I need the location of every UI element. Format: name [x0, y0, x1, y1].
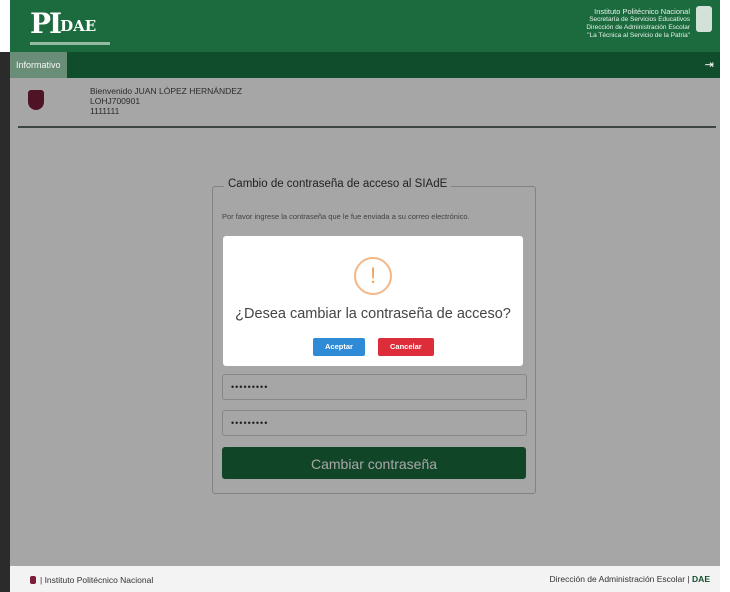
confirm-dialog: ! ¿Desea cambiar la contraseña de acceso…	[223, 236, 523, 366]
warning-icon: !	[354, 257, 392, 295]
institution-name: Instituto Politécnico Nacional	[594, 7, 690, 16]
direccion-text: Dirección de Administración Escolar	[586, 24, 690, 31]
secretaria-text: Secretaría de Servicios Educativos	[589, 16, 690, 23]
ipn-mini-shield-icon	[30, 576, 36, 584]
logo-sub: DAE	[60, 17, 97, 35]
app-header: PIDAE Instituto Politécnico Nacional Sec…	[10, 0, 720, 52]
lema-text: "La Técnica al Servicio de la Patria"	[587, 32, 690, 39]
cancel-button[interactable]: Cancelar	[378, 338, 434, 356]
footer: | Instituto Politécnico Nacional Direcci…	[10, 566, 720, 592]
dae-logo[interactable]: PIDAE	[30, 10, 96, 40]
left-edge	[0, 52, 10, 592]
logout-icon[interactable]: ⇥	[705, 59, 714, 71]
navbar: Informativo ⇥	[10, 52, 720, 78]
dialog-title: ¿Desea cambiar la contraseña de acceso?	[235, 306, 511, 322]
footer-dae-text: Dirección de Administración Escolar |	[549, 574, 690, 584]
ipn-crest-icon	[696, 6, 712, 32]
page: PIDAE Instituto Politécnico Nacional Sec…	[0, 0, 730, 592]
footer-institution: | Instituto Politécnico Nacional	[40, 575, 154, 585]
footer-right: Dirección de Administración Escolar | DA…	[550, 574, 710, 584]
footer-left: | Instituto Politécnico Nacional	[30, 575, 153, 585]
footer-dae-brand: DAE	[692, 574, 710, 584]
tab-informativo[interactable]: Informativo	[10, 52, 67, 78]
institution-block: Instituto Politécnico Nacional Secretarí…	[586, 8, 690, 40]
accept-button[interactable]: Aceptar	[313, 338, 365, 356]
logo-main: PI	[30, 7, 62, 40]
logo-tagline-bar	[30, 42, 110, 45]
